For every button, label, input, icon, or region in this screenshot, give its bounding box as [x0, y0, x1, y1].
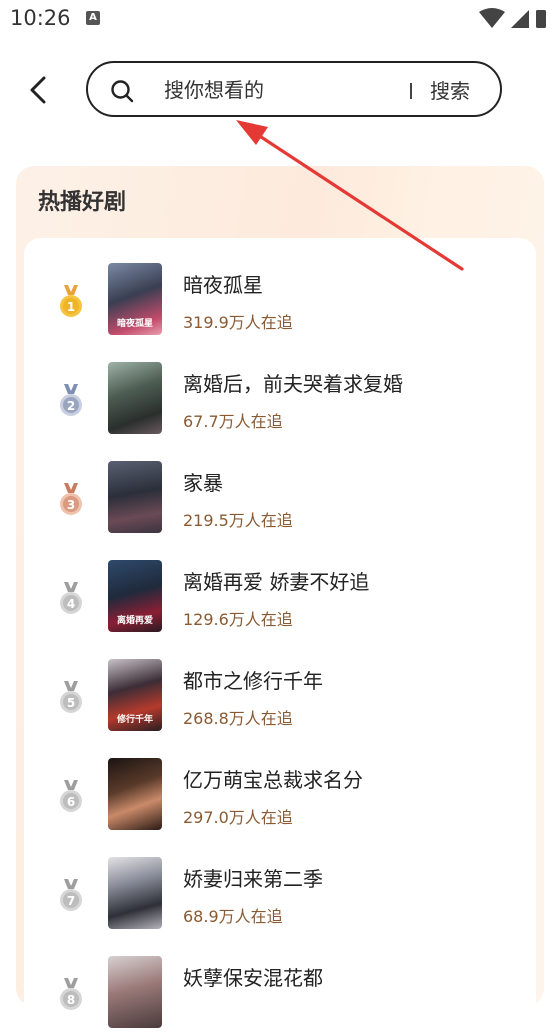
show-title[interactable]: 离婚后，前夫哭着求复婚	[183, 368, 403, 397]
show-title[interactable]: 都市之修行千年	[183, 665, 323, 694]
ranking-item[interactable]: 2 离婚后，前夫哭着求复婚 67.7万人在追	[24, 362, 536, 438]
viewer-count: 129.6万人在追	[183, 610, 293, 629]
signal-icon	[511, 10, 529, 28]
wifi-icon	[479, 8, 505, 28]
viewer-count: 219.5万人在追	[183, 511, 293, 530]
svg-text:3: 3	[67, 498, 75, 512]
search-icon	[111, 80, 134, 103]
hot-dramas-card: 热播好剧 1 暗夜孤星 暗夜孤星 319.9万人在追 2 离婚后，前夫哭着求复婚…	[16, 166, 544, 1028]
status-icons	[479, 8, 546, 28]
poster-image[interactable]: 暗夜孤星	[108, 263, 162, 335]
search-input[interactable]	[164, 75, 394, 105]
show-title[interactable]: 离婚再爱 娇妻不好追	[183, 566, 369, 595]
ranking-list: 1 暗夜孤星 暗夜孤星 319.9万人在追 2 离婚后，前夫哭着求复婚 67.7…	[24, 238, 536, 1028]
search-button[interactable]: 搜索	[430, 75, 470, 104]
viewer-count: 68.9万人在追	[183, 907, 283, 926]
ranking-item[interactable]: 5 修行千年 都市之修行千年 268.8万人在追	[24, 659, 536, 735]
chevron-left-icon	[30, 76, 46, 104]
svg-text:7: 7	[67, 894, 75, 908]
svg-text:1: 1	[67, 300, 75, 314]
rank-badge-icon: 7	[60, 879, 82, 911]
ranking-item[interactable]: 7 娇妻归来第二季 68.9万人在追	[24, 857, 536, 933]
svg-text:5: 5	[67, 696, 75, 710]
back-button[interactable]	[22, 72, 56, 108]
poster-image[interactable]	[108, 956, 162, 1028]
ranking-item[interactable]: 8 妖孽保安混花都	[24, 956, 536, 1032]
ranking-item[interactable]: 1 暗夜孤星 暗夜孤星 319.9万人在追	[24, 263, 536, 339]
show-title[interactable]: 娇妻归来第二季	[183, 863, 323, 892]
svg-text:4: 4	[67, 597, 75, 611]
show-title[interactable]: 亿万萌宝总裁求名分	[183, 764, 363, 793]
silver-medal-icon: 2	[60, 384, 82, 416]
rank-badge-icon: 4	[60, 582, 82, 614]
viewer-count: 297.0万人在追	[183, 808, 293, 827]
status-time: 10:26	[10, 6, 71, 30]
svg-text:6: 6	[67, 795, 75, 809]
poster-image[interactable]: 修行千年	[108, 659, 162, 731]
show-title[interactable]: 家暴	[183, 467, 223, 496]
ranking-item[interactable]: 4 离婚再爱 离婚再爱 娇妻不好追 129.6万人在追	[24, 560, 536, 636]
battery-icon	[536, 10, 546, 28]
bronze-medal-icon: 3	[60, 483, 82, 515]
gold-medal-icon: 1	[60, 285, 82, 317]
section-title: 热播好剧	[38, 190, 127, 215]
rank-badge-icon: 5	[60, 681, 82, 713]
status-bar: 10:26 A	[0, 0, 560, 38]
viewer-count: 67.7万人在追	[183, 412, 283, 431]
show-title[interactable]: 暗夜孤星	[183, 269, 263, 298]
ranking-item[interactable]: 6 亿万萌宝总裁求名分 297.0万人在追	[24, 758, 536, 834]
notification-a-icon: A	[86, 11, 100, 25]
poster-image[interactable]: 离婚再爱	[108, 560, 162, 632]
poster-image[interactable]	[108, 857, 162, 929]
rank-badge-icon: 8	[60, 978, 82, 1010]
rank-badge-icon: 6	[60, 780, 82, 812]
search-divider	[410, 83, 412, 99]
search-bar[interactable]: 搜索	[86, 61, 502, 117]
viewer-count: 319.9万人在追	[183, 313, 293, 332]
show-title[interactable]: 妖孽保安混花都	[183, 962, 323, 991]
svg-text:2: 2	[67, 399, 75, 413]
ranking-item[interactable]: 3 家暴 219.5万人在追	[24, 461, 536, 537]
viewer-count: 268.8万人在追	[183, 709, 293, 728]
poster-image[interactable]	[108, 758, 162, 830]
poster-image[interactable]	[108, 461, 162, 533]
poster-image[interactable]	[108, 362, 162, 434]
svg-text:8: 8	[67, 993, 75, 1007]
